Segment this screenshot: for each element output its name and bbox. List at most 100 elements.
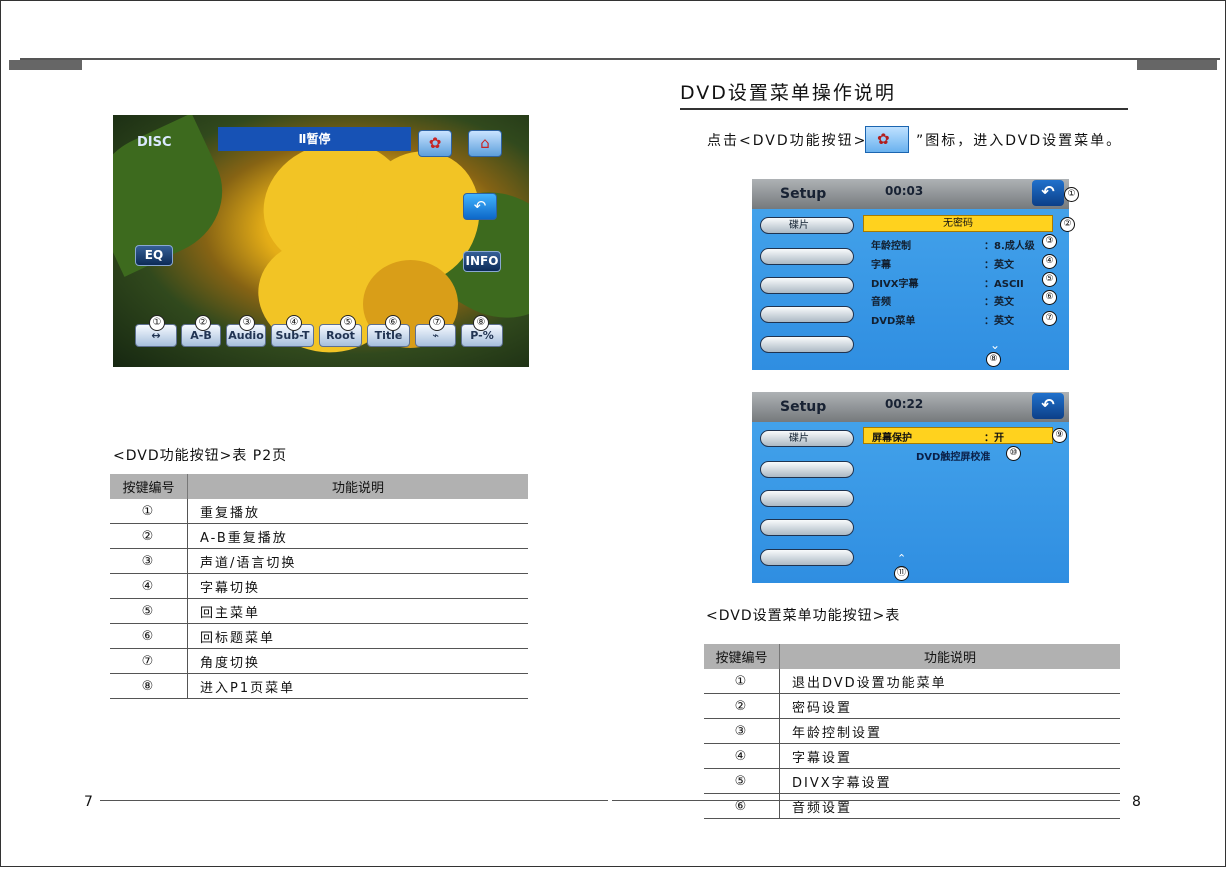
- setup-side-button[interactable]: [760, 336, 854, 353]
- left-header-bar: [9, 60, 82, 70]
- table-row: ⑦ 角度切换: [110, 648, 528, 674]
- number-marker: ⑥: [385, 315, 401, 331]
- left-function-table: 按键编号 功能说明 ① 重复播放 ② A-B重复播放 ③ 声道/语言切换 ④ 字幕切换 …: [110, 474, 528, 699]
- table-row: ⑧ 进入P1页菜单: [110, 673, 528, 699]
- table-row: ④ 字幕设置: [704, 743, 1120, 769]
- table-row: ⑥ 音频设置: [704, 793, 1120, 819]
- setup-value: ：英文: [984, 297, 1014, 308]
- table-cell: 密码设置: [779, 693, 1120, 719]
- dvd-playback-screenshot: DISC Ⅱ暂停 ✿ ⌂ ↶ EQ INFO ↔ A-B Audio Sub-T…: [113, 115, 529, 367]
- back-icon-button[interactable]: ↶: [1032, 393, 1064, 419]
- marker-five: ⑤: [1042, 272, 1057, 287]
- setup-title: Setup: [780, 186, 827, 202]
- disc-menu-button[interactable]: 碟片: [760, 217, 854, 234]
- screensaver-highlight[interactable]: 屏幕保护 ：开: [863, 427, 1053, 444]
- setup-side-button[interactable]: [760, 519, 854, 536]
- settings-icon-button[interactable]: ✿: [418, 130, 452, 157]
- eq-button[interactable]: EQ: [135, 245, 173, 266]
- setup-side-button[interactable]: [760, 306, 854, 323]
- table-row: ② A-B重复播放: [110, 523, 528, 549]
- disc-label: DISC: [137, 135, 172, 150]
- setup-label: DIVX字幕: [871, 279, 919, 290]
- number-marker: ②: [195, 315, 211, 331]
- number-marker: ⑧: [473, 315, 489, 331]
- scroll-up-arrow[interactable]: ⌃: [897, 552, 906, 565]
- setup-label: DVD菜单: [871, 316, 916, 327]
- table-cell: 进入P1页菜单: [187, 673, 528, 699]
- header-rule: [20, 58, 1220, 60]
- setup-side-button[interactable]: [760, 248, 854, 265]
- number-marker: ⑤: [340, 315, 356, 331]
- setup-screen-two: Setup 00:22 ↶ 碟片 屏幕保护 ：开 DVD触控屏校准 ⌃: [752, 392, 1069, 583]
- table-cell: DIVX字幕设置: [779, 768, 1120, 794]
- table-cell: ③: [110, 548, 188, 574]
- table-row: ③ 年龄控制设置: [704, 718, 1120, 744]
- table-header-row: 按键编号 功能说明: [110, 474, 528, 499]
- title-rule: [680, 108, 1128, 110]
- intro-text-end: ”图标，进入DVD设置菜单。: [916, 133, 1123, 149]
- setup-side-button[interactable]: [760, 490, 854, 507]
- right-page-number: 8: [1132, 794, 1141, 810]
- table-cell: 年龄控制设置: [779, 718, 1120, 744]
- screensaver-label: 屏幕保护: [872, 433, 912, 444]
- home-icon-button[interactable]: ⌂: [468, 130, 502, 157]
- left-table-caption: <DVD功能按钮>表 P2页: [113, 448, 288, 464]
- marker-ten: ⑩: [1006, 446, 1021, 461]
- left-page-number: 7: [84, 794, 93, 810]
- table-cell: 重复播放: [187, 499, 528, 524]
- setup-label: 音频: [871, 297, 891, 308]
- info-button[interactable]: INFO: [463, 251, 501, 272]
- table-cell: ⑧: [110, 673, 188, 699]
- marker-three: ③: [1042, 234, 1057, 249]
- column-header: 按键编号: [704, 644, 780, 669]
- setup-side-button[interactable]: [760, 277, 854, 294]
- page-title: DVD设置菜单操作说明: [680, 82, 896, 104]
- back-icon-button[interactable]: ↶: [463, 193, 497, 220]
- table-cell: 音频设置: [779, 793, 1120, 819]
- marker-eight: ⑧: [986, 352, 1001, 367]
- setup-value: ：8.成人级: [984, 241, 1035, 252]
- back-icon-button[interactable]: ↶: [1032, 180, 1064, 206]
- left-footer-rule: [100, 800, 608, 801]
- setup-label: 年龄控制: [871, 241, 911, 252]
- setup-side-button[interactable]: [760, 549, 854, 566]
- table-cell: ④: [110, 573, 188, 599]
- table-cell: ②: [704, 693, 780, 719]
- table-row: ⑤ 回主菜单: [110, 598, 528, 624]
- table-cell: 回主菜单: [187, 598, 528, 624]
- table-cell: ④: [704, 743, 780, 769]
- table-cell: A-B重复播放: [187, 523, 528, 549]
- table-row: ① 退出DVD设置功能菜单: [704, 669, 1120, 694]
- setup-side-button[interactable]: [760, 461, 854, 478]
- right-table-caption: <DVD设置菜单功能按钮>表: [706, 608, 901, 624]
- pause-status: Ⅱ暂停: [218, 127, 411, 151]
- number-marker: ④: [286, 315, 302, 331]
- table-row: ⑤ DIVX字幕设置: [704, 768, 1120, 794]
- setup-screen-one: Setup 00:03 ↶ 碟片 无密码 年龄控制 ：8.成人级 字幕 ：英文 …: [752, 179, 1069, 370]
- right-footer-rule: [612, 800, 1120, 801]
- setup-title: Setup: [780, 399, 827, 415]
- table-row: ① 重复播放: [110, 499, 528, 524]
- setup-time: 00:22: [885, 397, 924, 411]
- password-highlight[interactable]: 无密码: [863, 215, 1053, 232]
- marker-four: ④: [1042, 254, 1057, 269]
- setup-value: ：英文: [984, 316, 1014, 327]
- table-cell: 角度切换: [187, 648, 528, 674]
- scroll-down-arrow[interactable]: ⌄: [990, 338, 1000, 352]
- marker-one: ①: [1064, 187, 1079, 202]
- table-header-row: 按键编号 功能说明: [704, 644, 1120, 669]
- table-cell: 退出DVD设置功能菜单: [779, 669, 1120, 694]
- setup-value: ：英文: [984, 260, 1014, 271]
- marker-nine: ⑨: [1052, 428, 1067, 443]
- setup-time: 00:03: [885, 184, 924, 198]
- table-cell: ①: [110, 499, 188, 524]
- table-cell: ⑦: [110, 648, 188, 674]
- table-cell: 字幕设置: [779, 743, 1120, 769]
- table-row: ④ 字幕切换: [110, 573, 528, 599]
- disc-menu-button[interactable]: 碟片: [760, 430, 854, 447]
- number-marker: ⑦: [429, 315, 445, 331]
- table-cell: 声道/语言切换: [187, 548, 528, 574]
- marker-eleven: ⑪: [894, 566, 909, 581]
- column-header: 功能说明: [187, 474, 528, 499]
- touch-calibration-label[interactable]: DVD触控屏校准: [916, 448, 990, 463]
